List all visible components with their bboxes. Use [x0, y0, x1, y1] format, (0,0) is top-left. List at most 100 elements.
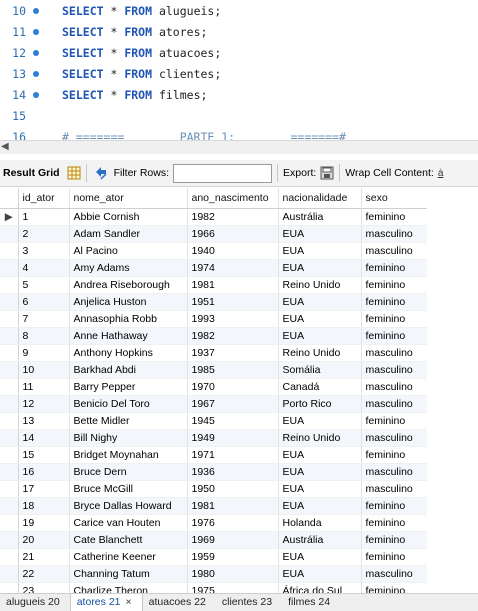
table-row[interactable]: 7 Annasophia Robb 1993 EUA feminino: [0, 310, 428, 328]
row-selector[interactable]: [0, 310, 19, 328]
row-selector[interactable]: [0, 548, 19, 566]
table-cell-id_ator[interactable]: 22: [18, 565, 70, 583]
table-cell-sexo[interactable]: masculino: [361, 429, 428, 447]
table-cell-id_ator[interactable]: 4: [18, 259, 70, 277]
table-cell-nacionalidade[interactable]: Austrália: [278, 208, 362, 226]
table-row[interactable]: 14 Bill Nighy 1949 Reino Unido masculino: [0, 429, 428, 447]
table-cell-ano_nascimento[interactable]: 1976: [187, 514, 279, 532]
table-cell-id_ator[interactable]: 21: [18, 548, 70, 566]
table-cell-nacionalidade[interactable]: Holanda: [278, 514, 362, 532]
table-cell-nacionalidade[interactable]: Austrália: [278, 531, 362, 549]
table-cell-ano_nascimento[interactable]: 1945: [187, 412, 279, 430]
row-selector[interactable]: [0, 429, 19, 447]
table-cell-id_ator[interactable]: 9: [18, 344, 70, 362]
code-line[interactable]: 12 SELECT * FROM atuacoes;: [0, 42, 478, 63]
table-cell-ano_nascimento[interactable]: 1949: [187, 429, 279, 447]
table-cell-id_ator[interactable]: 18: [18, 497, 70, 515]
row-selector[interactable]: [0, 259, 19, 277]
row-selector[interactable]: [0, 242, 19, 260]
row-selector[interactable]: [0, 276, 19, 294]
table-cell-sexo[interactable]: feminino: [361, 310, 428, 328]
table-cell-nome_ator[interactable]: Barkhad Abdi: [69, 361, 188, 379]
table-cell-id_ator[interactable]: 13: [18, 412, 70, 430]
table-cell-nacionalidade[interactable]: EUA: [278, 327, 362, 345]
column-header[interactable]: id_ator: [18, 188, 70, 209]
table-cell-nome_ator[interactable]: Bryce Dallas Howard: [69, 497, 188, 515]
table-cell-nacionalidade[interactable]: Reino Unido: [278, 429, 362, 447]
table-cell-nacionalidade[interactable]: EUA: [278, 259, 362, 277]
table-row[interactable]: 3 Al Pacino 1940 EUA masculino: [0, 242, 428, 260]
code-line[interactable]: 10 SELECT * FROM alugueis;: [0, 0, 478, 21]
table-cell-nacionalidade[interactable]: EUA: [278, 497, 362, 515]
table-cell-id_ator[interactable]: 15: [18, 446, 70, 464]
table-row[interactable]: 11 Barry Pepper 1970 Canadá masculino: [0, 378, 428, 396]
table-cell-ano_nascimento[interactable]: 1970: [187, 378, 279, 396]
table-cell-id_ator[interactable]: 5: [18, 276, 70, 294]
table-cell-nome_ator[interactable]: Adam Sandler: [69, 225, 188, 243]
table-cell-nome_ator[interactable]: Carice van Houten: [69, 514, 188, 532]
table-cell-nacionalidade[interactable]: Canadá: [278, 378, 362, 396]
table-cell-nacionalidade[interactable]: EUA: [278, 310, 362, 328]
table-cell-ano_nascimento[interactable]: 1936: [187, 463, 279, 481]
table-cell-nome_ator[interactable]: Anthony Hopkins: [69, 344, 188, 362]
table-cell-nacionalidade[interactable]: EUA: [278, 463, 362, 481]
table-cell-nome_ator[interactable]: Bruce Dern: [69, 463, 188, 481]
table-cell-id_ator[interactable]: 1: [18, 208, 70, 226]
close-tab-icon[interactable]: ×: [126, 596, 132, 608]
table-cell-sexo[interactable]: feminino: [361, 276, 428, 294]
column-header[interactable]: ano_nascimento: [187, 188, 279, 209]
table-cell-nacionalidade[interactable]: Somália: [278, 361, 362, 379]
table-cell-ano_nascimento[interactable]: 1981: [187, 276, 279, 294]
table-cell-ano_nascimento[interactable]: 1937: [187, 344, 279, 362]
table-cell-nome_ator[interactable]: Bill Nighy: [69, 429, 188, 447]
table-cell-nome_ator[interactable]: Annasophia Robb: [69, 310, 188, 328]
table-cell-ano_nascimento[interactable]: 1940: [187, 242, 279, 260]
code-line[interactable]: 15: [0, 105, 478, 126]
export-icon[interactable]: [320, 166, 334, 180]
row-selector[interactable]: [0, 327, 19, 345]
table-row[interactable]: 16 Bruce Dern 1936 EUA masculino: [0, 463, 428, 481]
table-cell-nacionalidade[interactable]: Reino Unido: [278, 276, 362, 294]
table-cell-ano_nascimento[interactable]: 1971: [187, 446, 279, 464]
table-cell-sexo[interactable]: masculino: [361, 480, 428, 498]
table-cell-nacionalidade[interactable]: EUA: [278, 548, 362, 566]
table-row[interactable]: 18 Bryce Dallas Howard 1981 EUA feminino: [0, 497, 428, 515]
table-cell-nacionalidade[interactable]: EUA: [278, 242, 362, 260]
code-line[interactable]: 14 SELECT * FROM filmes;: [0, 84, 478, 105]
table-cell-sexo[interactable]: feminino: [361, 208, 428, 226]
current-row-arrow-icon[interactable]: ▶: [0, 208, 19, 226]
table-cell-ano_nascimento[interactable]: 1959: [187, 548, 279, 566]
row-selector[interactable]: [0, 225, 19, 243]
column-header[interactable]: nacionalidade: [278, 188, 362, 209]
table-cell-id_ator[interactable]: 17: [18, 480, 70, 498]
table-cell-nacionalidade[interactable]: EUA: [278, 225, 362, 243]
table-cell-ano_nascimento[interactable]: 1993: [187, 310, 279, 328]
table-cell-ano_nascimento[interactable]: 1982: [187, 327, 279, 345]
table-row[interactable]: 5 Andrea Riseborough 1981 Reino Unido femini…: [0, 276, 428, 294]
table-cell-sexo[interactable]: feminino: [361, 548, 428, 566]
table-row[interactable]: 20 Cate Blanchett 1969 Austrália feminino: [0, 531, 428, 549]
table-cell-id_ator[interactable]: 14: [18, 429, 70, 447]
table-cell-nacionalidade[interactable]: Porto Rico: [278, 395, 362, 413]
table-cell-sexo[interactable]: masculino: [361, 344, 428, 362]
result-tab[interactable]: atuacoes 22: [143, 594, 216, 611]
table-row[interactable]: 6 Anjelica Huston 1951 EUA feminino: [0, 293, 428, 311]
table-cell-ano_nascimento[interactable]: 1974: [187, 259, 279, 277]
table-cell-sexo[interactable]: masculino: [361, 565, 428, 583]
column-header[interactable]: nome_ator: [69, 188, 188, 209]
table-cell-id_ator[interactable]: 2: [18, 225, 70, 243]
row-selector[interactable]: [0, 531, 19, 549]
table-cell-ano_nascimento[interactable]: 1966: [187, 225, 279, 243]
result-tab[interactable]: filmes 24: [282, 594, 340, 611]
table-cell-id_ator[interactable]: 3: [18, 242, 70, 260]
row-selector[interactable]: [0, 395, 19, 413]
table-cell-nome_ator[interactable]: Al Pacino: [69, 242, 188, 260]
table-row[interactable]: 19 Carice van Houten 1976 Holanda feminino: [0, 514, 428, 532]
table-cell-nome_ator[interactable]: Bridget Moynahan: [69, 446, 188, 464]
table-cell-sexo[interactable]: feminino: [361, 293, 428, 311]
column-header[interactable]: sexo: [361, 188, 428, 209]
code-line[interactable]: 11 SELECT * FROM atores;: [0, 21, 478, 42]
table-cell-id_ator[interactable]: 19: [18, 514, 70, 532]
table-cell-sexo[interactable]: masculino: [361, 225, 428, 243]
table-cell-sexo[interactable]: masculino: [361, 463, 428, 481]
